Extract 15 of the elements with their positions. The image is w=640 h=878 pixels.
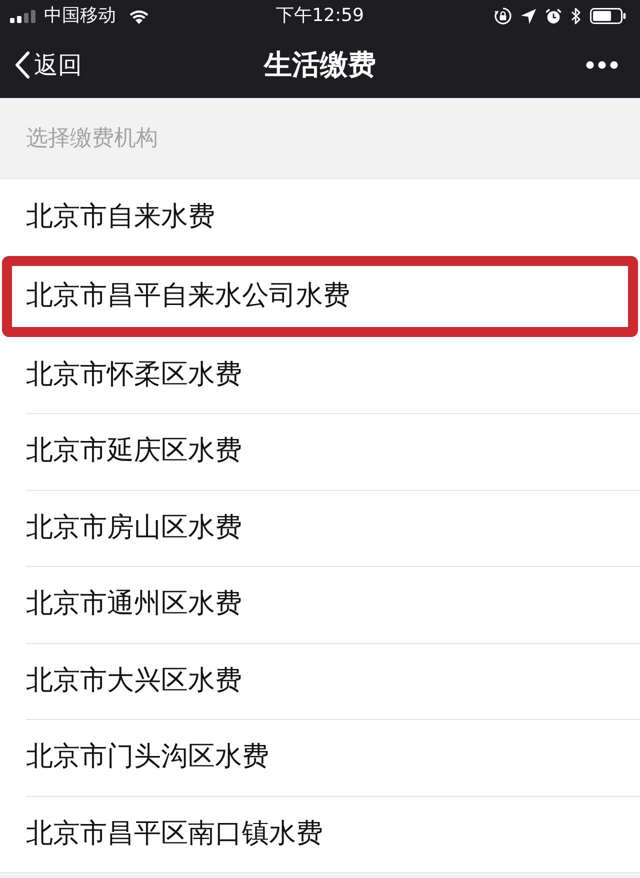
- signal-icon: [10, 10, 36, 22]
- alarm-clock-icon: [545, 8, 562, 24]
- rotation-lock-icon: [494, 7, 512, 25]
- battery-icon: [590, 8, 626, 24]
- page-title: 生活缴费: [264, 48, 376, 82]
- section-header: 选择缴费机构: [26, 124, 158, 152]
- location-arrow-icon: [521, 8, 536, 24]
- highlighted-payee-item[interactable]: 北京市昌平自来水公司水费: [2, 256, 638, 336]
- wifi-icon: [128, 8, 150, 24]
- bluetooth-icon: [571, 7, 581, 25]
- more-icon[interactable]: [586, 61, 618, 69]
- back-button[interactable]: 返回: [14, 51, 82, 79]
- carrier-name: 中国移动: [44, 7, 116, 25]
- back-chevron-icon: [14, 51, 30, 79]
- status-time: 下午12:59: [276, 7, 364, 25]
